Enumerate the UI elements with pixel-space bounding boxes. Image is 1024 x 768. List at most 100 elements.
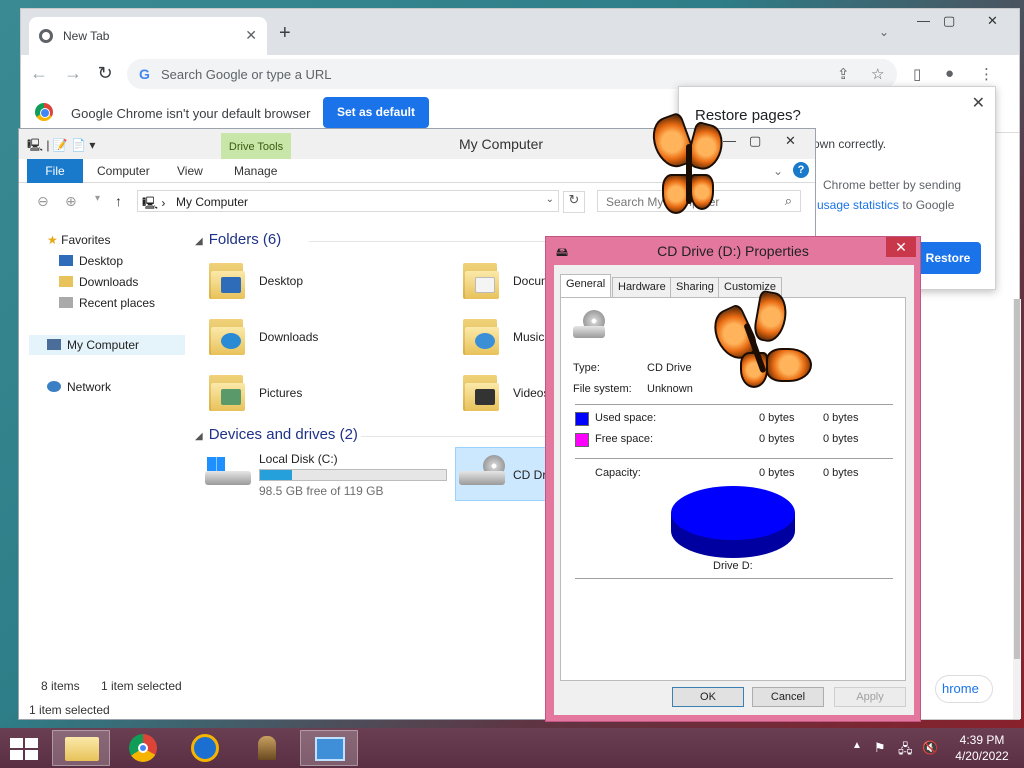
restore-close-icon[interactable]: ✕ bbox=[972, 93, 985, 113]
chrome-scrollbar[interactable] bbox=[1013, 299, 1021, 719]
file-explorer-icon bbox=[65, 737, 99, 761]
free-space-label: Free space: bbox=[595, 433, 654, 445]
clock[interactable]: 4:39 PM 4/20/2022 bbox=[950, 732, 1014, 764]
up-icon[interactable]: ↑ bbox=[115, 193, 122, 209]
minimize-button[interactable]: — bbox=[917, 13, 930, 28]
tab-search-button[interactable]: ⌄ bbox=[879, 25, 889, 39]
bookmark-star-icon[interactable]: ☆ bbox=[871, 65, 884, 83]
taskbar-file-explorer[interactable] bbox=[52, 730, 110, 766]
network-icon[interactable]: 🖧 bbox=[898, 740, 913, 762]
address-text: My Computer bbox=[176, 195, 249, 209]
maximize-button[interactable]: ▢ bbox=[943, 13, 955, 29]
taskbar-control-panel[interactable] bbox=[300, 730, 358, 766]
nav-item-desktop[interactable]: Desktop bbox=[59, 254, 123, 268]
set-default-button[interactable]: Set as default bbox=[323, 97, 429, 128]
restore-button[interactable]: Restore bbox=[915, 242, 981, 274]
share-icon[interactable]: ⇪ bbox=[837, 65, 850, 83]
nav-item-my-computer[interactable]: My Computer bbox=[47, 338, 139, 352]
tab-manage[interactable]: Manage bbox=[234, 164, 277, 178]
reload-icon[interactable]: ↻ bbox=[93, 63, 117, 84]
local-disk-icon[interactable] bbox=[205, 455, 251, 489]
tab-general[interactable]: General bbox=[560, 274, 612, 298]
devices-group-header[interactable]: ◢ Devices and drives (2) bbox=[195, 426, 358, 443]
taskbar-app-4[interactable] bbox=[238, 730, 296, 766]
address-bar[interactable]: 🖳 › My Computer ⌄ bbox=[137, 190, 559, 212]
separator-2 bbox=[575, 458, 893, 459]
drive-tools-tab: Drive Tools bbox=[221, 133, 291, 159]
recent-locations-icon[interactable]: ▾ bbox=[95, 193, 100, 204]
capacity-label: Capacity: bbox=[595, 467, 641, 479]
folder-videos-icon[interactable] bbox=[463, 371, 499, 411]
desktop-edge bbox=[0, 60, 8, 660]
nav-item-recent-places[interactable]: Recent places bbox=[59, 296, 155, 310]
chrome-logo-icon bbox=[35, 103, 53, 121]
cd-drive-icon bbox=[459, 455, 505, 489]
omnibox[interactable]: G Search Google or type a URL ⇪ ☆ bbox=[127, 59, 897, 89]
apply-button[interactable]: Apply bbox=[834, 687, 906, 707]
folder-downloads-label[interactable]: Downloads bbox=[259, 330, 318, 344]
side-panel-icon[interactable]: ▯ bbox=[913, 65, 921, 83]
folder-desktop-label[interactable]: Desktop bbox=[259, 274, 303, 288]
dialog-close-button[interactable]: ✕ bbox=[886, 237, 916, 257]
menu-icon[interactable]: ⋮ bbox=[979, 65, 994, 83]
ok-button[interactable]: OK bbox=[672, 687, 744, 707]
taskbar-chrome[interactable] bbox=[114, 730, 172, 766]
forward-icon[interactable]: → bbox=[61, 63, 85, 84]
capacity-size: 0 bytes bbox=[823, 467, 859, 479]
start-button[interactable] bbox=[10, 738, 38, 760]
ribbon-expand-icon[interactable]: ⌄ bbox=[773, 164, 783, 178]
quick-access-toolbar[interactable]: 🖳 | 📝 📄 ▾ bbox=[27, 136, 95, 157]
file-system-label: File system: bbox=[573, 383, 632, 395]
bottom-status: 1 item selected bbox=[29, 703, 110, 717]
tab-close-icon[interactable]: ✕ bbox=[245, 27, 257, 44]
used-space-label: Used space: bbox=[595, 412, 657, 424]
tab-computer[interactable]: Computer bbox=[97, 164, 150, 178]
local-disk-label[interactable]: Local Disk (C:) bbox=[259, 452, 338, 466]
disk-usage-pie bbox=[671, 486, 795, 540]
new-tab-button[interactable]: + bbox=[279, 23, 291, 43]
chrome-tab-icon bbox=[39, 29, 53, 43]
tab-title: New Tab bbox=[63, 29, 110, 43]
tab-file[interactable]: File bbox=[27, 159, 83, 183]
clock-date: 4/20/2022 bbox=[955, 749, 1009, 763]
nav-favorites[interactable]: ★ Favorites bbox=[47, 233, 110, 247]
omnibox-placeholder: Search Google or type a URL bbox=[161, 67, 332, 82]
folder-pictures-icon[interactable] bbox=[209, 371, 245, 411]
address-dropdown-icon[interactable]: ⌄ bbox=[546, 194, 554, 205]
cancel-button[interactable]: Cancel bbox=[752, 687, 824, 707]
back-icon[interactable]: ⊖ bbox=[37, 193, 49, 210]
taskbar: ▲ ⚑ 🖧 🔇 4:39 PM 4/20/2022 bbox=[0, 728, 1024, 768]
close-button[interactable]: ✕ bbox=[987, 13, 998, 29]
show-hidden-icons[interactable]: ▲ bbox=[852, 740, 862, 751]
help-icon[interactable]: ? bbox=[793, 162, 809, 178]
back-icon[interactable]: ← bbox=[27, 63, 51, 84]
folder-documents-icon[interactable] bbox=[463, 259, 499, 299]
folder-desktop-icon[interactable] bbox=[209, 259, 245, 299]
explorer-maximize-button[interactable]: ▢ bbox=[749, 133, 761, 149]
refresh-button[interactable]: ↻ bbox=[563, 191, 585, 213]
free-space-size: 0 bytes bbox=[823, 433, 859, 445]
tab-new-tab[interactable]: New Tab ✕ bbox=[29, 17, 267, 55]
folders-group-header[interactable]: ◢ Folders (6) bbox=[195, 231, 281, 248]
folder-music-label[interactable]: Music bbox=[513, 330, 544, 344]
nav-item-downloads[interactable]: Downloads bbox=[59, 275, 138, 289]
app-figure-icon bbox=[258, 736, 276, 760]
folder-pictures-label[interactable]: Pictures bbox=[259, 386, 302, 400]
folder-music-icon[interactable] bbox=[463, 315, 499, 355]
folder-videos-label[interactable]: Videos bbox=[513, 386, 549, 400]
tab-hardware[interactable]: Hardware bbox=[612, 277, 672, 297]
volume-muted-icon[interactable]: 🔇 bbox=[922, 740, 938, 756]
customize-chrome-button[interactable]: hrome bbox=[935, 675, 993, 703]
action-center-flag-icon[interactable]: ⚑ bbox=[874, 740, 886, 756]
explorer-title: My Computer bbox=[459, 136, 544, 152]
forward-icon[interactable]: ⊕ bbox=[65, 193, 77, 210]
usage-statistics-link[interactable]: usage statistics bbox=[817, 198, 899, 212]
profile-icon[interactable]: ● bbox=[945, 65, 954, 82]
taskbar-app-3[interactable] bbox=[176, 730, 234, 766]
tab-view[interactable]: View bbox=[177, 164, 203, 178]
nav-item-network[interactable]: Network bbox=[47, 380, 111, 394]
app-shield-icon bbox=[191, 734, 219, 762]
computer-icon: 🖳 › bbox=[142, 196, 166, 210]
folder-downloads-icon[interactable] bbox=[209, 315, 245, 355]
explorer-close-button[interactable]: ✕ bbox=[785, 133, 796, 149]
